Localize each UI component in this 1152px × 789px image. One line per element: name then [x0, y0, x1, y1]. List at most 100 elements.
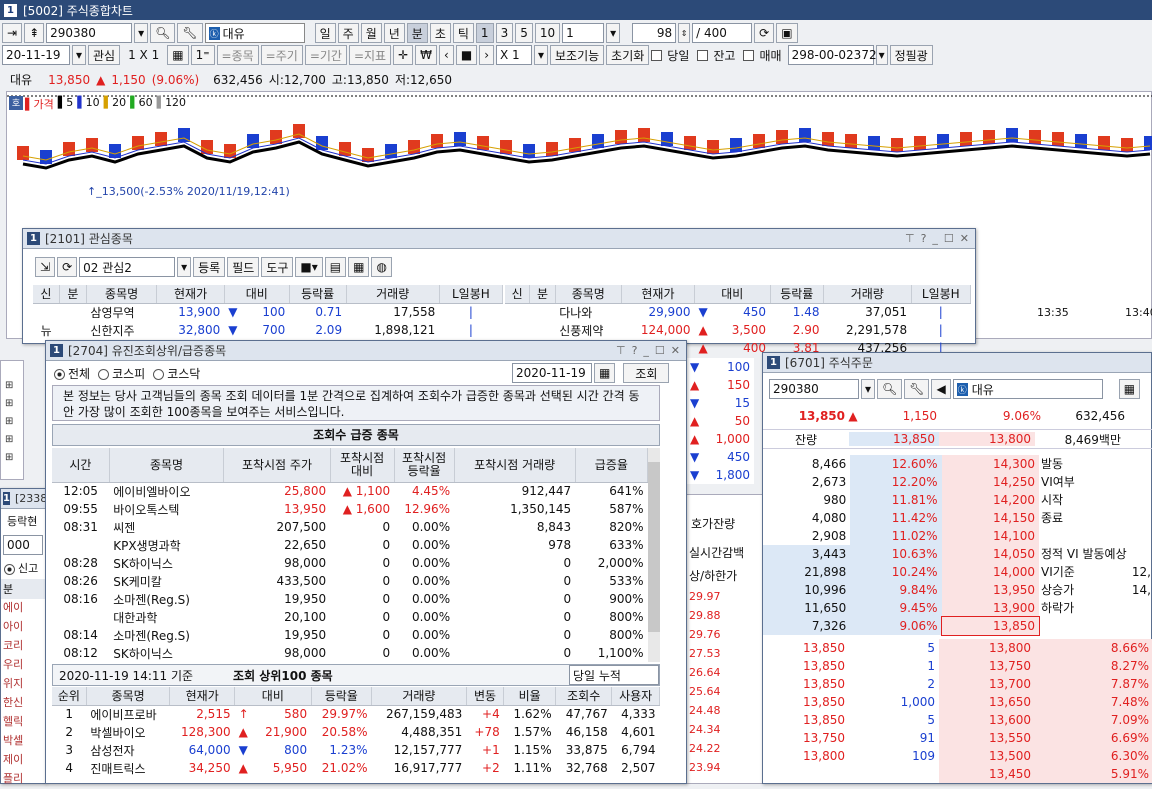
- interval-1[interactable]: 1: [475, 23, 494, 43]
- ask-row[interactable]: 2,908 11.02% 14,100: [763, 527, 1039, 545]
- table-row[interactable]: 대한과학 20,100 0 0.00% 0 800%: [52, 608, 648, 626]
- watchlist-titlebar[interactable]: 1 [2101] 관심종목 ⊤? _ ☐ ✕: [23, 229, 975, 249]
- table-row[interactable]: 08:28 SK하이닉스 98,000 0 0.00% 0 2,000%: [52, 554, 648, 572]
- chevron-down-icon[interactable]: ▾: [134, 23, 149, 43]
- period-week[interactable]: 주: [337, 23, 359, 43]
- radio-kosdaq[interactable]: 코스닥: [153, 365, 200, 382]
- search-icon[interactable]: 🔍︎: [150, 23, 176, 43]
- bid-row[interactable]: 13,850 5 13,800 8.66%: [763, 639, 1152, 657]
- table-row[interactable]: 1 에이비프로바 2,515 ↑ 580 29.97% 267,159,483 +4 1.62%…: [52, 705, 660, 723]
- list-item[interactable]: 한신: [1, 694, 45, 713]
- rank-titlebar[interactable]: 1 [2338]: [1, 489, 52, 509]
- table-row[interactable]: 09:55 바이오톡스텍 13,950 ▲ 1,600 12.96% 1,350,145 5…: [52, 500, 648, 518]
- prev-icon[interactable]: ‹: [439, 45, 454, 65]
- stop-icon[interactable]: ■: [455, 45, 478, 65]
- table-row[interactable]: 뉴 신한지주 32,800 ▼ 700 2.09 1,898,121 |: [33, 321, 503, 339]
- period-minute[interactable]: 분: [406, 23, 428, 43]
- refresh-icon[interactable]: ⟳: [57, 257, 78, 277]
- table-row[interactable]: 3 삼성전자 64,000 ▼ 800 1.23% 12,157,777 +1 1.15% 33,…: [52, 741, 660, 759]
- pin-icon[interactable]: ⇞: [24, 23, 45, 43]
- table-row[interactable]: 12:05 에이비엘바이오 25,800 ▲ 1,100 4.45% 912,447 641…: [52, 482, 648, 500]
- bid-row[interactable]: 13,850 1,000 13,650 7.48%: [763, 693, 1152, 711]
- bid-row[interactable]: 13,450 5.91%: [763, 765, 1152, 783]
- list-item[interactable]: 우리: [1, 656, 45, 675]
- chevron-down-icon[interactable]: ▾: [534, 45, 548, 65]
- table-row[interactable]: KPX생명과학 22,650 0 0.00% 978 633%: [52, 536, 648, 554]
- date-input[interactable]: 20-11-19: [2, 45, 70, 65]
- interval-10[interactable]: 10: [534, 23, 561, 43]
- table-row[interactable]: 다나와 29,900 ▼ 450 1.48 37,051 |: [505, 303, 971, 321]
- chevron-down-icon[interactable]: ▾: [606, 23, 621, 43]
- table-row[interactable]: 08:16 소마젠(Reg.S) 19,950 0 0.00% 0 900%: [52, 590, 648, 608]
- tb-range[interactable]: =기간: [304, 45, 347, 65]
- zoom-select[interactable]: X 1: [496, 45, 532, 65]
- period-tick[interactable]: 틱: [452, 23, 474, 43]
- search-icon[interactable]: 🔍︎: [877, 379, 903, 399]
- order-code-input[interactable]: 290380: [769, 379, 859, 399]
- rank-input[interactable]: 000: [3, 535, 43, 555]
- aux-button[interactable]: 보조기능: [550, 45, 605, 65]
- table-row[interactable]: 08:31 씨젠 207,500 0 0.00% 8,843 820%: [52, 518, 648, 536]
- ask-row[interactable]: 7,326 9.06% 13,850: [763, 616, 1041, 636]
- export-icon[interactable]: ⇲: [35, 257, 56, 277]
- stop-icon[interactable]: ■▾: [295, 257, 323, 277]
- table-row[interactable]: 08:12 SK하이닉스 98,000 0 0.00% 0 1,100%: [52, 644, 648, 662]
- save-icon[interactable]: ▣: [776, 23, 798, 43]
- table-row[interactable]: 신풍제약 124,000 ▲ 3,500 2.90 2,291,578 |: [505, 321, 971, 339]
- query-button[interactable]: 조회: [623, 363, 670, 383]
- field-button[interactable]: 필드: [227, 257, 260, 277]
- ask-row[interactable]: 980 11.81% 14,200: [763, 491, 1039, 509]
- grid-icon[interactable]: ▦: [1118, 379, 1141, 399]
- bid-row[interactable]: 13,850 2 13,700 7.87%: [763, 675, 1152, 693]
- reset-button[interactable]: 초기화: [606, 45, 650, 65]
- layout-1x1-icon[interactable]: 1⁼: [190, 45, 215, 65]
- globe-icon[interactable]: ◍: [371, 257, 392, 277]
- group-select[interactable]: 02 관심2: [79, 257, 176, 277]
- top-query-titlebar[interactable]: 1 [2704] 유진조회상위/급증종목 ⊤? _ ☐ ✕: [46, 341, 686, 361]
- list-item[interactable]: 플리: [1, 770, 45, 789]
- chart-tool-icon[interactable]: 호: [9, 96, 23, 110]
- chevron-down-icon[interactable]: ▾: [177, 257, 192, 277]
- bid-row[interactable]: 13,850 1 13,750 8.27%: [763, 657, 1152, 675]
- window-controls[interactable]: ⊤? _ ☐ ✕: [905, 232, 975, 245]
- radio-kospi[interactable]: 코스피: [98, 365, 145, 382]
- wrench-icon[interactable]: 🔧︎: [177, 23, 203, 43]
- period-select[interactable]: 당일 누적: [569, 665, 659, 685]
- speaker-icon[interactable]: ◀: [931, 379, 951, 399]
- list-item[interactable]: 제이: [1, 751, 45, 770]
- ask-row[interactable]: 11,650 9.45% 13,900: [763, 599, 1039, 617]
- main-titlebar[interactable]: 1 [5002] 주식종합차트: [0, 0, 1152, 20]
- list-item[interactable]: 에이: [1, 599, 45, 618]
- bid-row[interactable]: 13,800 109 13,500 6.30%: [763, 747, 1152, 765]
- chevron-down-icon[interactable]: ▾: [72, 45, 86, 65]
- ask-row[interactable]: 3,443 10.63% 14,050: [763, 545, 1039, 563]
- wrench-icon[interactable]: 🔧︎: [904, 379, 930, 399]
- table-row[interactable]: 4 진매트릭스 34,250 ▲ 5,950 21.02% 16,917,777 +2 1.11…: [52, 759, 660, 777]
- ask-row[interactable]: 21,898 10.24% 14,000: [763, 563, 1039, 581]
- list-item[interactable]: 박셀: [1, 732, 45, 751]
- list-item[interactable]: 코리: [1, 637, 45, 656]
- period-second[interactable]: 초: [429, 23, 451, 43]
- grid-icon[interactable]: ▦: [348, 257, 370, 277]
- tb-item[interactable]: =종목: [216, 45, 259, 65]
- won-icon[interactable]: ₩: [415, 45, 438, 65]
- order-titlebar[interactable]: 1 [6701] 주식주문: [763, 353, 1151, 373]
- tb-period[interactable]: =주기: [260, 45, 303, 65]
- calendar-icon[interactable]: ▦: [594, 363, 616, 383]
- balance-checkbox[interactable]: [697, 49, 709, 61]
- columns-icon[interactable]: ▤: [324, 257, 347, 277]
- list-item[interactable]: 헬릭: [1, 713, 45, 732]
- register-button[interactable]: 등록: [193, 257, 226, 277]
- rank-radio[interactable]: [4, 563, 15, 575]
- query-date-input[interactable]: 2020-11-19: [512, 363, 592, 383]
- code-input[interactable]: 290380: [46, 23, 133, 43]
- scrollbar[interactable]: [648, 448, 660, 662]
- table-row[interactable]: 삼영무역 13,900 ▼ 100 0.71 17,558 |: [33, 303, 503, 321]
- chevron-down-icon[interactable]: ▾: [875, 45, 888, 65]
- bid-row[interactable]: 13,750 91 13,550 6.69%: [763, 729, 1152, 747]
- grid-icon[interactable]: ▦: [167, 45, 189, 65]
- trade-checkbox[interactable]: [743, 49, 755, 61]
- crosshair-icon[interactable]: ✛: [393, 45, 414, 65]
- list-item[interactable]: 아이: [1, 618, 45, 637]
- interval-select[interactable]: 1: [562, 23, 605, 43]
